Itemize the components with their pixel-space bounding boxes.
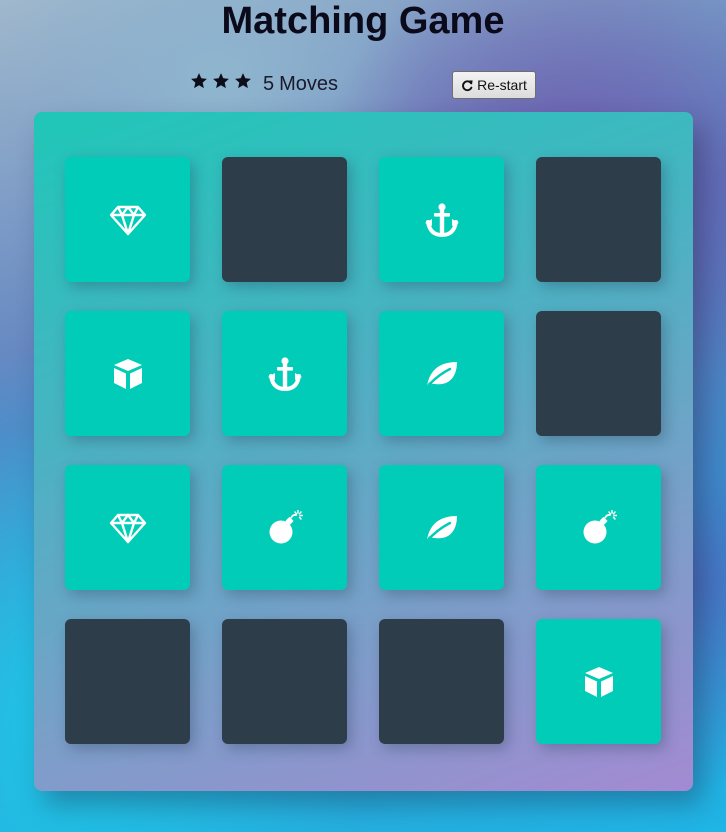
card[interactable] xyxy=(222,465,347,590)
card[interactable] xyxy=(536,465,661,590)
cube-icon xyxy=(582,665,616,699)
star-icon xyxy=(234,72,252,90)
diamond-icon xyxy=(109,204,147,236)
anchor-icon xyxy=(267,356,303,392)
card[interactable] xyxy=(379,465,504,590)
card[interactable] xyxy=(379,311,504,436)
moves-counter: 5 Moves xyxy=(263,73,343,96)
card[interactable] xyxy=(536,157,661,282)
leaf-icon xyxy=(424,513,460,543)
card[interactable] xyxy=(222,157,347,282)
bomb-icon xyxy=(267,509,303,546)
cube-icon xyxy=(111,357,145,391)
moves-count: 5 xyxy=(263,73,275,95)
moves-label: Moves xyxy=(279,73,339,95)
card[interactable] xyxy=(379,619,504,744)
card[interactable] xyxy=(379,157,504,282)
star-rating xyxy=(190,72,252,90)
score-panel: 5 Moves Re-start xyxy=(190,70,536,100)
card[interactable] xyxy=(536,619,661,744)
restart-label: Re-start xyxy=(477,77,527,93)
card[interactable] xyxy=(65,465,190,590)
bomb-icon xyxy=(581,509,617,546)
card[interactable] xyxy=(536,311,661,436)
restart-button[interactable]: Re-start xyxy=(452,71,536,99)
card[interactable] xyxy=(222,311,347,436)
card-deck xyxy=(34,112,693,791)
diamond-icon xyxy=(109,512,147,544)
star-icon xyxy=(190,72,208,90)
leaf-icon xyxy=(424,359,460,389)
card[interactable] xyxy=(65,619,190,744)
anchor-icon xyxy=(424,202,460,238)
card[interactable] xyxy=(65,311,190,436)
page-title: Matching Game xyxy=(221,0,505,42)
card[interactable] xyxy=(65,157,190,282)
star-icon xyxy=(212,72,230,90)
repeat-icon xyxy=(461,79,473,92)
card[interactable] xyxy=(222,619,347,744)
